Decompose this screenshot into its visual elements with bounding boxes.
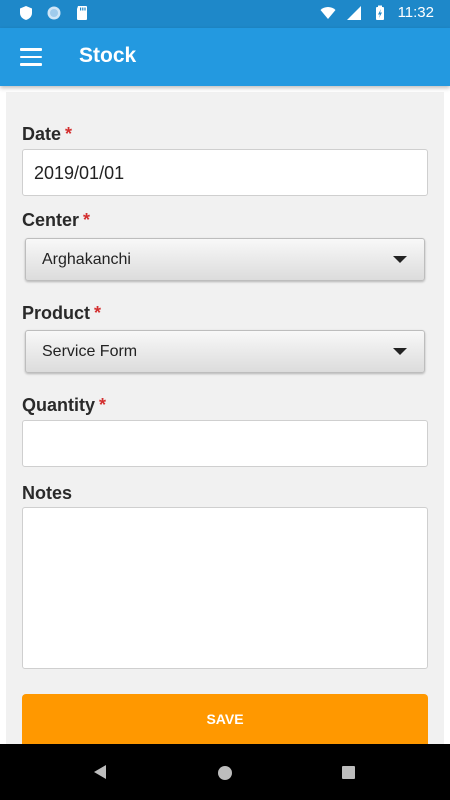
date-label: Date * xyxy=(22,124,73,144)
dropdown-arrow-icon xyxy=(393,348,407,355)
status-bar: 11:32 xyxy=(0,0,450,28)
product-select[interactable]: Service Form xyxy=(25,330,425,373)
dropdown-arrow-icon xyxy=(393,256,407,263)
system-nav-bar xyxy=(0,744,450,800)
status-right-icons: 11:32 xyxy=(320,4,434,21)
home-icon[interactable] xyxy=(218,766,232,780)
required-marker: * xyxy=(99,395,107,415)
sd-card-icon xyxy=(77,6,87,20)
app-bar: Stock xyxy=(0,28,450,86)
wifi-icon xyxy=(320,6,336,19)
quantity-label: Quantity * xyxy=(22,395,107,415)
product-select-value: Service Form xyxy=(42,343,138,360)
center-select-value: Arghakanchi xyxy=(42,251,131,268)
menu-icon[interactable] xyxy=(20,48,42,66)
center-label: Center * xyxy=(22,210,91,230)
required-marker: * xyxy=(94,303,102,323)
notes-field[interactable] xyxy=(22,507,428,669)
shield-icon xyxy=(20,6,32,20)
stock-form: Date * 2019/01/01 Center * Arghakanchi Pro… xyxy=(6,92,444,744)
page-title: Stock xyxy=(79,44,137,67)
battery-charging-icon xyxy=(375,5,384,20)
recents-icon[interactable] xyxy=(342,766,355,779)
back-icon[interactable] xyxy=(94,765,106,779)
signal-icon xyxy=(346,5,361,20)
status-time: 11:32 xyxy=(397,4,434,21)
circle-sync-icon xyxy=(47,6,61,20)
quantity-field[interactable] xyxy=(22,420,428,467)
center-select[interactable]: Arghakanchi xyxy=(25,238,425,281)
notes-label: Notes xyxy=(22,483,73,503)
date-field[interactable]: 2019/01/01 xyxy=(22,149,428,196)
product-label: Product * xyxy=(22,303,102,323)
required-marker: * xyxy=(65,124,73,144)
required-marker: * xyxy=(83,210,91,230)
save-button[interactable]: SAVE xyxy=(22,694,428,744)
status-left-icons xyxy=(18,5,90,21)
